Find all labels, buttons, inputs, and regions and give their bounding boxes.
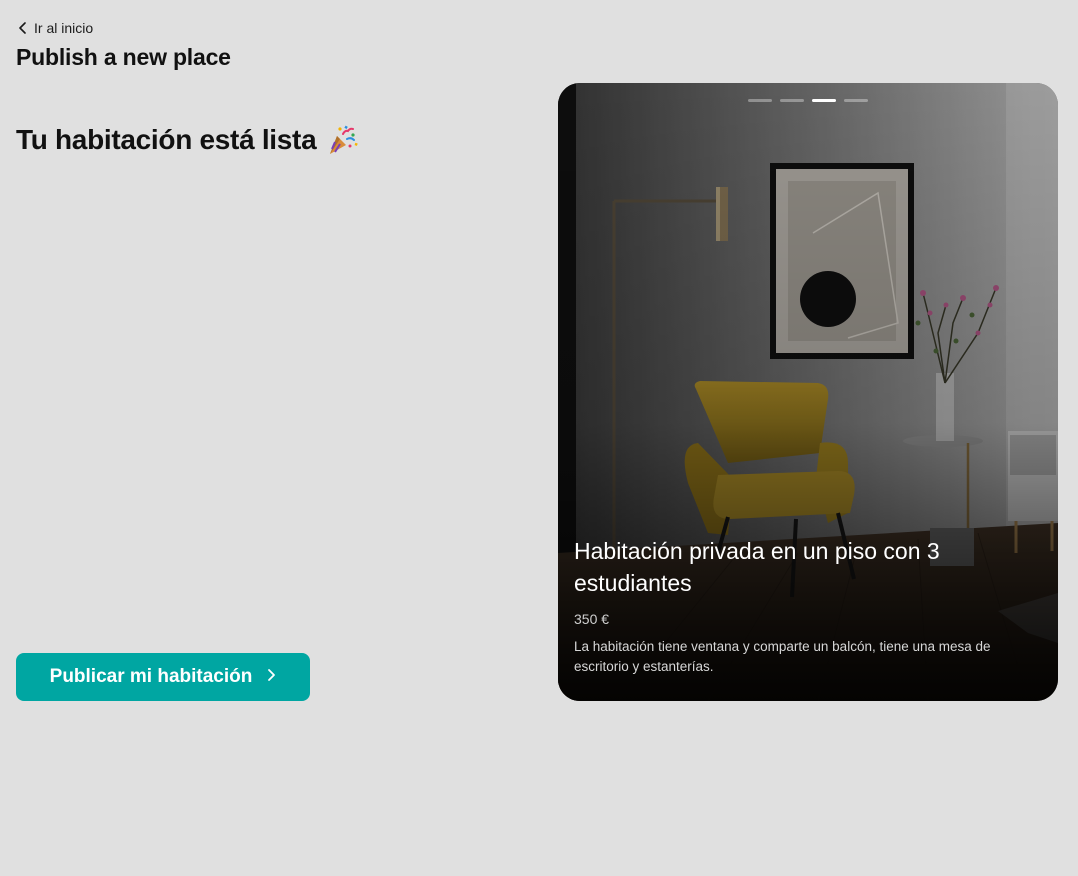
chevron-left-icon: [18, 22, 28, 34]
chevron-right-icon: [266, 666, 276, 688]
carousel-dot-active[interactable]: [812, 99, 836, 102]
carousel-dot[interactable]: [748, 99, 772, 102]
publish-room-button[interactable]: Publicar mi habitación: [16, 653, 310, 701]
back-to-home-link[interactable]: Ir al inicio: [18, 20, 93, 36]
carousel-dot[interactable]: [844, 99, 868, 102]
listing-title: Habitación privada en un piso con 3 estu…: [574, 538, 940, 596]
room-preview-card[interactable]: Habitación privada en un piso con 3 estu…: [558, 83, 1058, 701]
page-title: Publish a new place: [16, 44, 231, 70]
party-popper-icon: [326, 124, 359, 156]
section-heading-text: Tu habitación está lista: [16, 124, 317, 155]
carousel-indicators: [558, 99, 1058, 102]
section-heading: Tu habitación está lista: [16, 124, 359, 156]
carousel-dot[interactable]: [780, 99, 804, 102]
card-info: Habitación privada en un piso con 3 estu…: [574, 535, 1044, 677]
back-link-label: Ir al inicio: [34, 20, 94, 36]
publish-button-label: Publicar mi habitación: [49, 666, 253, 687]
listing-price: 350 €: [574, 611, 610, 627]
listing-description: La habitación tiene ventana y comparte u…: [574, 639, 991, 674]
